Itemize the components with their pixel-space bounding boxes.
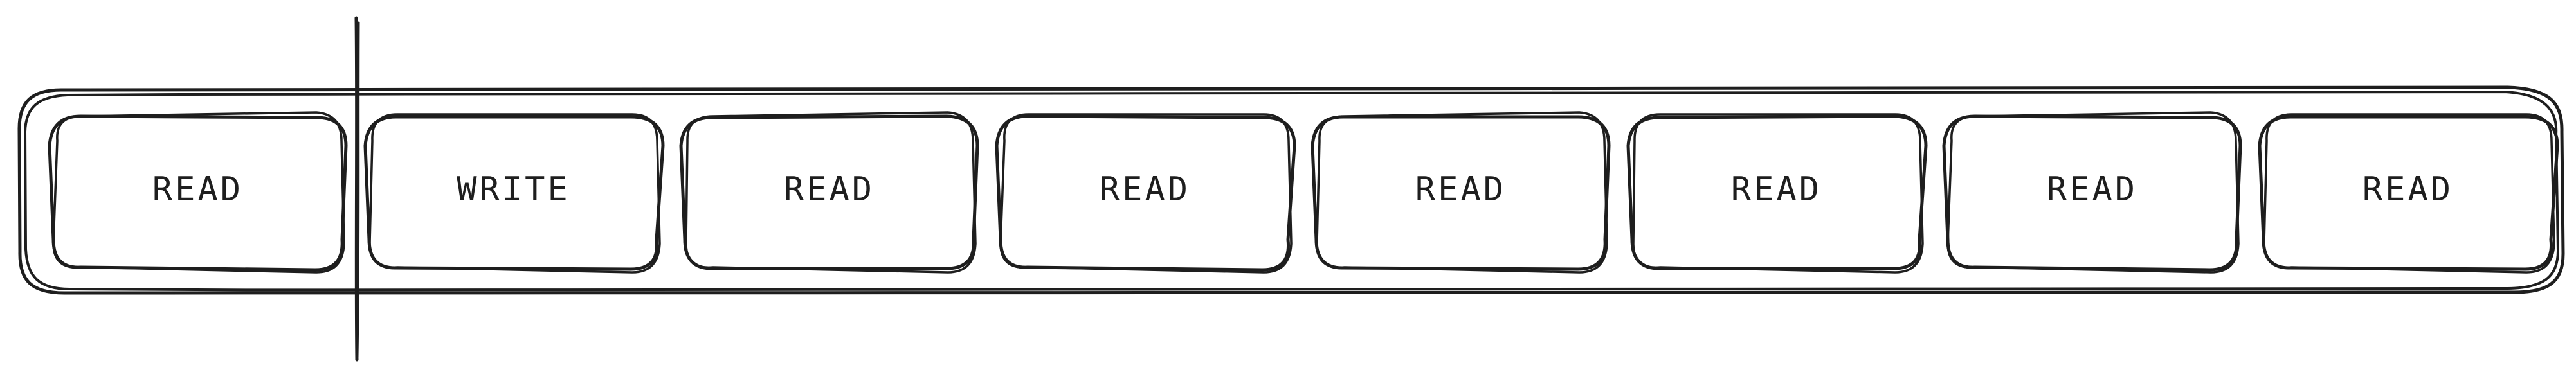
cell-write: WRITE	[363, 113, 665, 274]
cell-label: READ	[1731, 170, 1822, 209]
cell-label: READ	[152, 170, 243, 209]
cell-read: READ	[1626, 113, 1928, 274]
cell-read: READ	[995, 113, 1296, 274]
cell-label: READ	[1415, 170, 1506, 209]
cell-label: READ	[2047, 170, 2137, 209]
cell-read: READ	[2258, 113, 2559, 274]
cell-read: READ	[1311, 111, 1611, 274]
cell-label: READ	[784, 170, 875, 209]
diagram-svg: READ WRITE READ READ READ READ READ READ	[17, 16, 2565, 362]
divider-line	[354, 16, 360, 362]
cell-read: READ	[1942, 111, 2242, 274]
cell-label: WRITE	[457, 170, 570, 209]
cell-read: READ	[48, 111, 348, 274]
cell-read: READ	[679, 111, 979, 274]
cells-layer: READ WRITE READ READ READ READ READ READ	[48, 111, 2559, 274]
cell-label: READ	[1100, 170, 1190, 209]
diagram-canvas: READ WRITE READ READ READ READ READ READ	[0, 0, 2576, 379]
cell-label: READ	[2363, 170, 2453, 209]
